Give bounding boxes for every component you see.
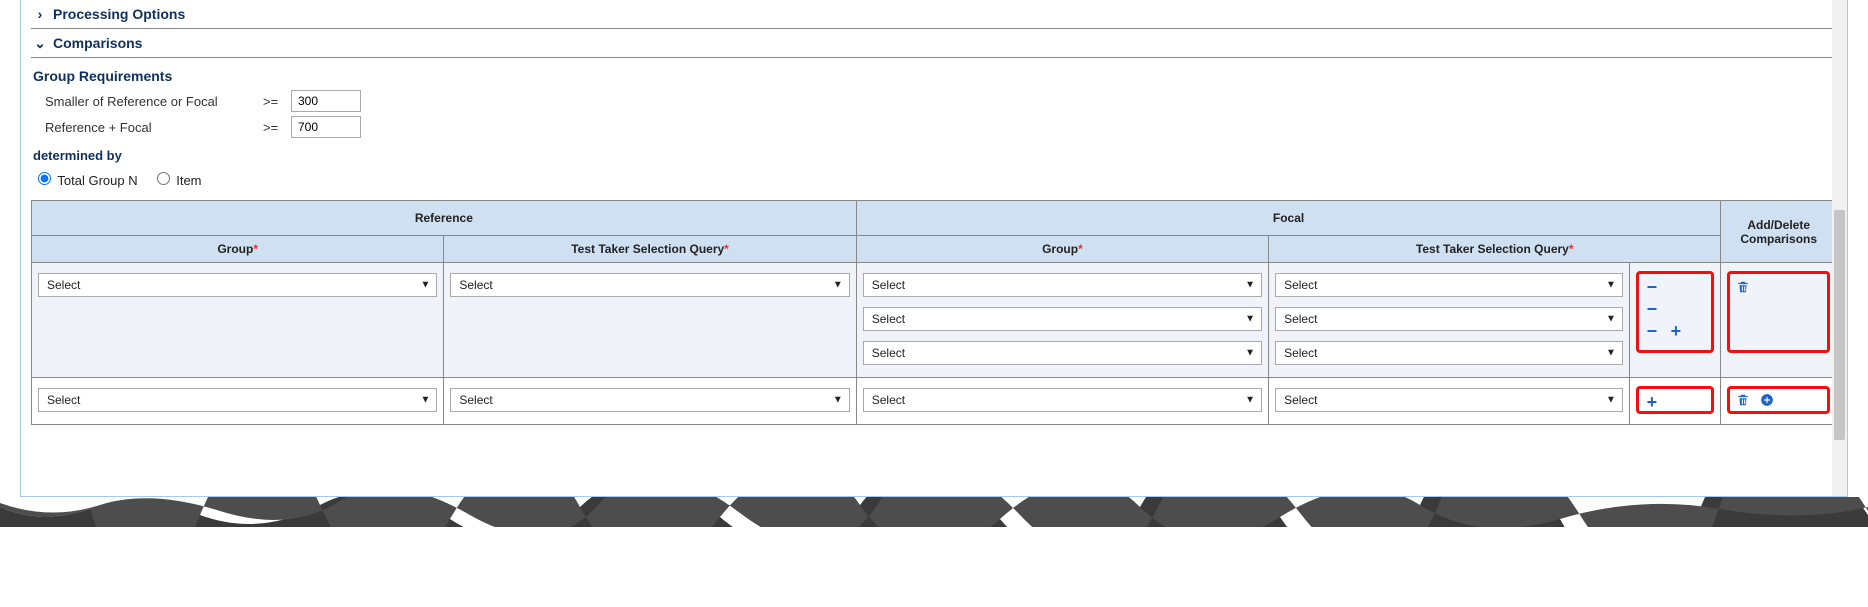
- caret-down-icon: ▼: [1606, 314, 1616, 325]
- section-processing-options-title: Processing Options: [53, 6, 185, 22]
- radio-item-label: Item: [176, 173, 201, 188]
- row-actions-highlight: [1727, 386, 1830, 414]
- header-add-delete: Add/Delete Comparisons: [1721, 201, 1837, 263]
- select-value: Select: [872, 393, 905, 407]
- scrollbar-thumb[interactable]: [1834, 210, 1845, 440]
- add-row-button[interactable]: [1758, 391, 1776, 409]
- smaller-req-label: Smaller of Reference or Focal: [45, 94, 255, 109]
- ref-group-select[interactable]: Select ▼: [38, 388, 437, 412]
- focal-query-select[interactable]: Select ▼: [1275, 307, 1623, 331]
- section-processing-options-header[interactable]: › Processing Options: [31, 0, 1837, 29]
- ref-group-select[interactable]: Select ▼: [38, 273, 437, 297]
- focal-group-select[interactable]: Select ▼: [863, 307, 1262, 331]
- sum-req-label: Reference + Focal: [45, 120, 255, 135]
- focal-actions-highlight: − − −+: [1636, 271, 1714, 353]
- header-ref-group: Group*: [32, 236, 444, 263]
- trash-icon: [1736, 393, 1750, 407]
- select-value: Select: [872, 312, 905, 326]
- plus-circle-icon: [1760, 393, 1774, 407]
- torn-edge-decoration: [0, 497, 1868, 527]
- smaller-req-input[interactable]: [291, 90, 361, 112]
- delete-row-button[interactable]: [1734, 391, 1752, 409]
- header-reference: Reference: [32, 201, 857, 236]
- radio-total-group-n-input[interactable]: [38, 172, 51, 185]
- add-focal-button[interactable]: +: [1667, 322, 1685, 340]
- focal-query-select[interactable]: Select ▼: [1275, 341, 1623, 365]
- caret-down-icon: ▼: [833, 395, 843, 406]
- radio-item-input[interactable]: [157, 172, 170, 185]
- comparisons-table: Reference Focal Add/Delete Comparisons G…: [31, 200, 1837, 425]
- select-value: Select: [459, 393, 492, 407]
- determined-by-options: Total Group N Item: [33, 169, 1837, 188]
- focal-group-select[interactable]: Select ▼: [863, 388, 1262, 412]
- caret-down-icon: ▼: [420, 280, 430, 291]
- remove-focal-button[interactable]: −: [1643, 300, 1661, 318]
- chevron-right-icon: ›: [33, 7, 47, 21]
- group-requirements-heading: Group Requirements: [33, 68, 1837, 84]
- select-value: Select: [1284, 346, 1317, 360]
- smaller-req-op: >=: [263, 94, 283, 109]
- header-focal: Focal: [856, 201, 1721, 236]
- select-value: Select: [1284, 393, 1317, 407]
- caret-down-icon: ▼: [1606, 280, 1616, 291]
- row-actions-highlight: [1727, 271, 1830, 353]
- header-ref-query: Test Taker Selection Query*: [444, 236, 856, 263]
- caret-down-icon: ▼: [420, 395, 430, 406]
- smaller-req-row: Smaller of Reference or Focal >=: [45, 90, 1837, 112]
- select-value: Select: [1284, 278, 1317, 292]
- caret-down-icon: ▼: [1606, 348, 1616, 359]
- radio-item[interactable]: Item: [152, 169, 202, 188]
- select-value: Select: [872, 278, 905, 292]
- select-value: Select: [872, 346, 905, 360]
- caret-down-icon: ▼: [1245, 348, 1255, 359]
- determined-by-heading: determined by: [33, 148, 1837, 163]
- focal-group-select[interactable]: Select ▼: [863, 273, 1262, 297]
- vertical-scrollbar[interactable]: [1832, 0, 1847, 496]
- sum-req-input[interactable]: [291, 116, 361, 138]
- remove-focal-button[interactable]: −: [1643, 322, 1661, 340]
- ref-query-select[interactable]: Select ▼: [450, 273, 849, 297]
- caret-down-icon: ▼: [833, 280, 843, 291]
- ref-query-select[interactable]: Select ▼: [450, 388, 849, 412]
- sum-req-row: Reference + Focal >=: [45, 116, 1837, 138]
- header-focal-query: Test Taker Selection Query*: [1269, 236, 1721, 263]
- focal-query-select[interactable]: Select ▼: [1275, 273, 1623, 297]
- remove-focal-button[interactable]: −: [1643, 278, 1661, 296]
- select-value: Select: [47, 278, 80, 292]
- caret-down-icon: ▼: [1245, 395, 1255, 406]
- add-focal-button[interactable]: +: [1643, 393, 1661, 411]
- radio-total-group-n[interactable]: Total Group N: [33, 169, 138, 188]
- focal-actions-highlight: +: [1636, 386, 1714, 414]
- header-focal-group: Group*: [856, 236, 1268, 263]
- focal-group-select[interactable]: Select ▼: [863, 341, 1262, 365]
- caret-down-icon: ▼: [1245, 314, 1255, 325]
- caret-down-icon: ▼: [1245, 280, 1255, 291]
- sum-req-op: >=: [263, 120, 283, 135]
- delete-row-button[interactable]: [1734, 278, 1752, 296]
- focal-query-select[interactable]: Select ▼: [1275, 388, 1623, 412]
- trash-icon: [1736, 280, 1750, 294]
- chevron-down-icon: ⌄: [33, 36, 47, 50]
- select-value: Select: [1284, 312, 1317, 326]
- table-row: Select ▼ Select ▼ Select ▼ Select ▼: [32, 378, 1837, 425]
- select-value: Select: [47, 393, 80, 407]
- section-comparisons-header[interactable]: ⌄ Comparisons: [31, 29, 1837, 58]
- table-row: Select ▼ Select ▼ Select: [32, 263, 1837, 378]
- caret-down-icon: ▼: [1606, 395, 1616, 406]
- radio-total-group-n-label: Total Group N: [57, 173, 137, 188]
- section-comparisons-title: Comparisons: [53, 35, 142, 51]
- select-value: Select: [459, 278, 492, 292]
